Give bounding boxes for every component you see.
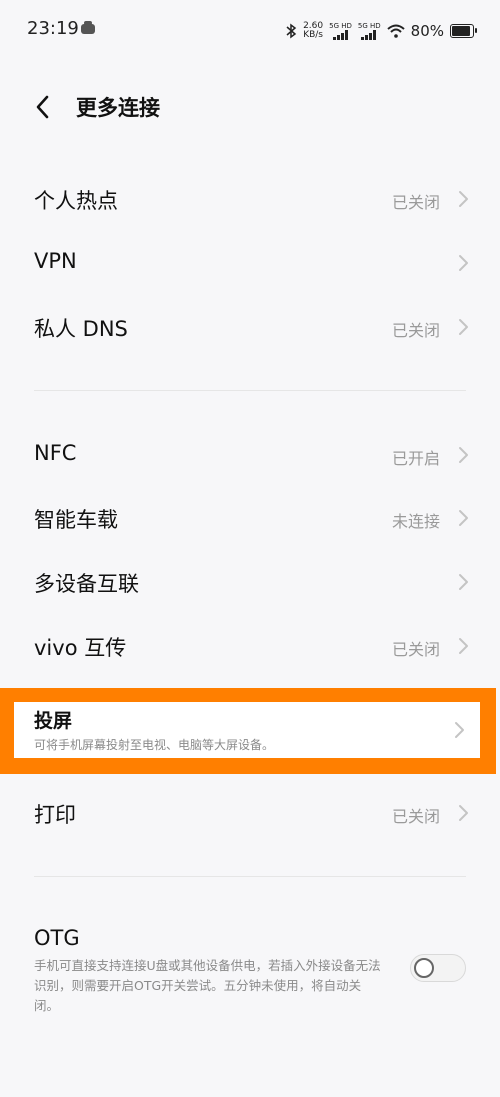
section-divider [34, 876, 466, 877]
net-speed: 2.60 KB/s [303, 22, 323, 40]
back-arrow-icon[interactable] [28, 92, 58, 122]
wifi-icon [386, 24, 405, 38]
page-header: 更多连接 [0, 82, 500, 134]
section-divider [34, 390, 466, 391]
signal-bars-icon [361, 29, 377, 40]
row-value: 未连接 [391, 512, 440, 531]
chevron-right-icon [459, 319, 468, 335]
chevron-right-icon [459, 447, 468, 463]
row-print[interactable]: 打印 已关闭 [0, 785, 500, 841]
battery-icon [450, 24, 477, 38]
otg-toggle[interactable] [410, 954, 466, 982]
bluetooth-icon [286, 23, 297, 39]
page-title: 更多连接 [76, 96, 160, 120]
chevron-right-icon [459, 191, 468, 207]
row-vpn[interactable]: VPN [0, 235, 500, 291]
otg-label: OTG [34, 926, 80, 950]
row-vivo-share[interactable]: vivo 互传 已关闭 [0, 618, 500, 674]
toggle-knob [414, 958, 434, 978]
row-label: VPN [34, 249, 77, 273]
chevron-right-icon [455, 722, 464, 738]
row-value: 已关闭 [391, 321, 440, 340]
sim1-label: 5G HD [329, 21, 352, 30]
row-label: 个人热点 [34, 189, 118, 213]
row-value: 已关闭 [391, 193, 440, 212]
row-private-dns[interactable]: 私人 DNS 已关闭 [0, 299, 500, 355]
status-bar: 23:19 2.60 KB/s 5G HD 5G HD 80% [0, 0, 500, 62]
sim2-signal: 5G HD [357, 21, 381, 40]
battery-percent: 80% [410, 22, 444, 40]
notification-app-icon [81, 21, 95, 34]
chevron-right-icon [459, 638, 468, 654]
status-right-group: 2.60 KB/s 5G HD 5G HD 80% [285, 18, 477, 44]
chevron-right-icon [459, 574, 468, 590]
row-label: 打印 [34, 803, 76, 827]
row-screen-cast[interactable]: 投屏 可将手机屏幕投射至电视、电脑等大屏设备。 [14, 702, 480, 758]
row-value: 已开启 [391, 449, 440, 468]
net-speed-unit: KB/s [303, 30, 323, 40]
row-nfc[interactable]: NFC 已开启 [0, 427, 500, 483]
sim1-signal: 5G HD [329, 21, 352, 40]
sim2-label: 5G HD [357, 21, 381, 30]
signal-bars-icon [332, 29, 348, 40]
status-time: 23:19 [27, 18, 79, 39]
row-label: 智能车载 [34, 508, 118, 532]
chevron-right-icon [459, 805, 468, 821]
row-value: 已关闭 [391, 640, 440, 659]
otg-description: 手机可直接支持连接U盘或其他设备供电，若插入外接设备无法识别，则需要开启OTG开… [34, 958, 381, 1013]
row-description: 可将手机屏幕投射至电视、电脑等大屏设备。 [34, 738, 275, 752]
row-label: 多设备互联 [34, 572, 139, 596]
row-value: 已关闭 [391, 807, 440, 826]
row-smart-car[interactable]: 智能车载 未连接 [0, 490, 500, 546]
highlight-frame: 投屏 可将手机屏幕投射至电视、电脑等大屏设备。 [0, 688, 496, 774]
chevron-right-icon [459, 510, 468, 526]
row-label: vivo 互传 [34, 636, 127, 660]
row-label: 投屏 [34, 710, 73, 732]
chevron-right-icon [459, 255, 468, 271]
row-multi-device[interactable]: 多设备互联 [0, 554, 500, 610]
row-label: 私人 DNS [34, 317, 128, 341]
row-label: NFC [34, 441, 77, 465]
row-personal-hotspot[interactable]: 个人热点 已关闭 [0, 171, 500, 227]
